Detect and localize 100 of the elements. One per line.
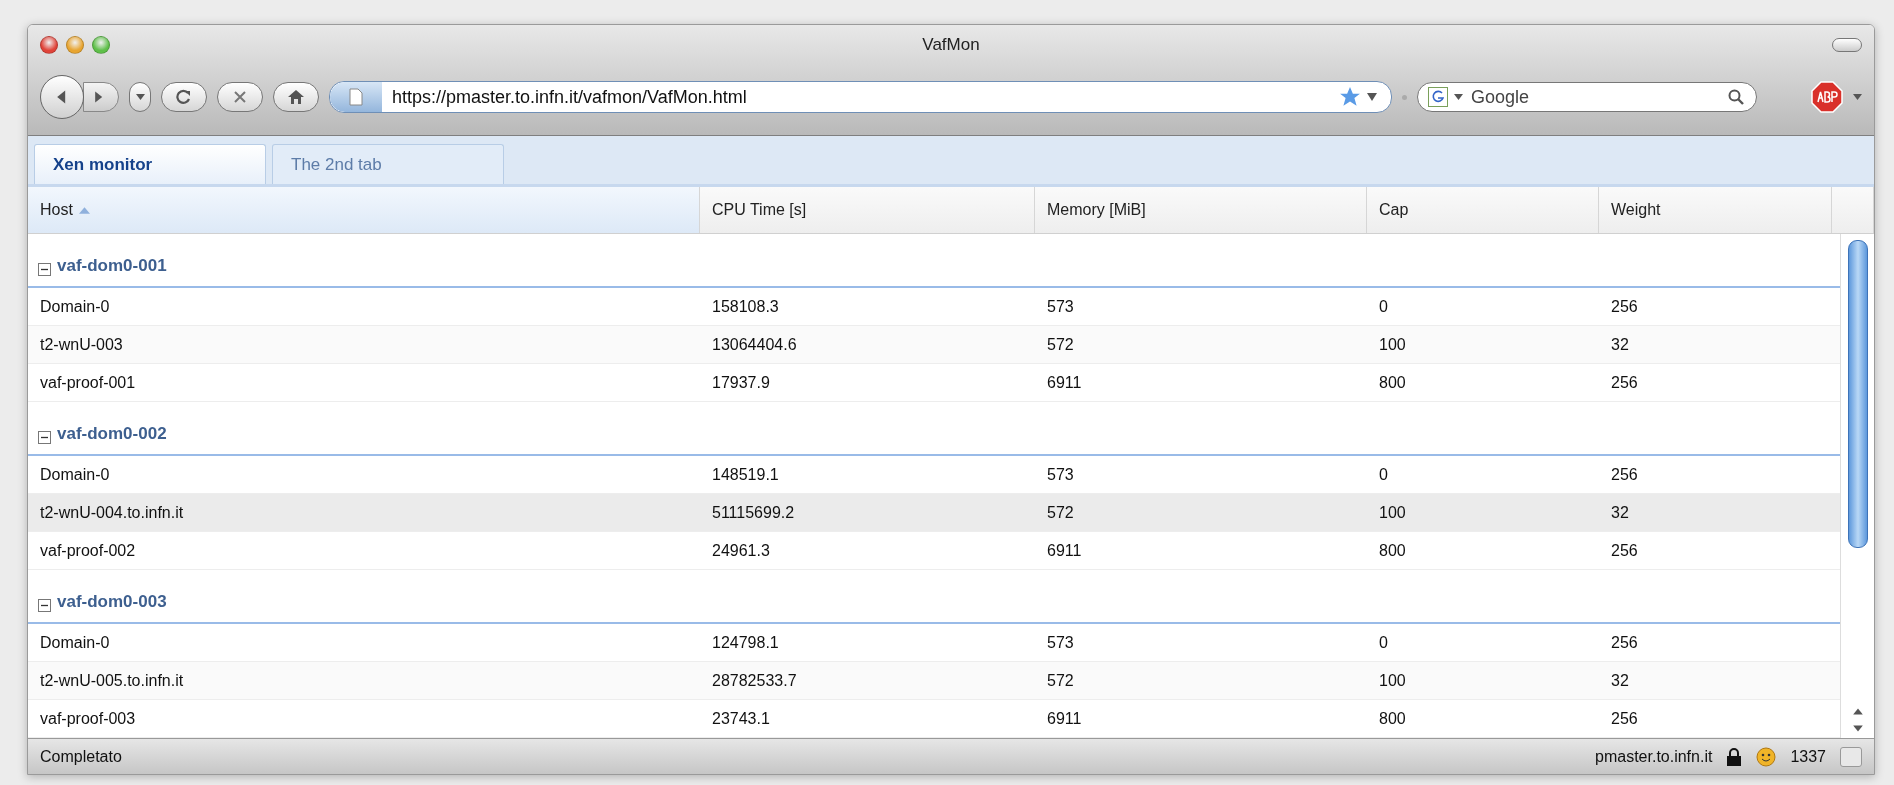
back-button[interactable] — [40, 75, 84, 119]
table-cell-text: 0 — [1378, 632, 1389, 653]
caret-icon[interactable] — [1367, 93, 1377, 101]
column-header[interactable]: Memory [MiB] — [1035, 187, 1367, 233]
history-button[interactable] — [129, 82, 151, 112]
caret-icon — [1454, 94, 1463, 100]
table-cell-text: Domain-0 — [39, 296, 111, 317]
table-cell-text: 572 — [1046, 334, 1075, 355]
table-row[interactable]: vaf-proof-001 17937.9 6911 800 256 — [28, 364, 1840, 402]
table-row[interactable]: vaf-proof-003 23743.1 6911 800 256 — [28, 700, 1840, 738]
table-cell-text: 6911 — [1046, 372, 1083, 393]
close-icon — [233, 90, 247, 104]
home-button[interactable] — [273, 82, 319, 112]
group-title: vaf-dom0-001 — [57, 256, 167, 276]
address-field[interactable]: https://pmaster.to.infn.it/vafmon/VafMon.html — [329, 81, 1392, 113]
separator-dot — [1402, 94, 1407, 100]
table-cell-text: 158108.3 — [711, 296, 780, 317]
table-row[interactable]: vaf-proof-002 24961.3 6911 800 256 — [28, 532, 1840, 570]
table-cell-text: 13064404.6 — [711, 334, 798, 355]
reload-button[interactable] — [161, 82, 207, 112]
group-title: vaf-dom0-003 — [57, 592, 167, 612]
table-cell-text: 51115699.2 — [711, 502, 796, 523]
table-cell-text: 0 — [1378, 464, 1389, 485]
search-input[interactable]: Google — [1469, 85, 1722, 109]
collapse-icon[interactable] — [38, 599, 51, 612]
table-cell-text: 800 — [1378, 372, 1407, 393]
smiley-icon[interactable] — [1756, 746, 1777, 767]
star-icon[interactable] — [1339, 86, 1361, 108]
status-host: pmaster.to.infn.it — [1595, 747, 1713, 766]
table-row[interactable]: t2-wnU-003 13064404.6 572 100 32 — [28, 326, 1840, 364]
table-cell-text: 100 — [1378, 334, 1407, 355]
search-field[interactable]: Google — [1417, 82, 1757, 112]
table-cell-text: 148519.1 — [711, 464, 780, 485]
table-cell-text: 0 — [1378, 296, 1389, 317]
table-row[interactable]: Domain-0 124798.1 573 0 256 — [28, 624, 1840, 662]
caret-icon — [1853, 94, 1862, 100]
table-cell-text: t2-wnU-005.to.infn.it — [39, 670, 185, 691]
table-row[interactable]: t2-wnU-004.to.infn.it 51115699.2 572 100 32 — [28, 494, 1840, 532]
table-cell-text: 256 — [1610, 296, 1639, 317]
table-cell-text: 32 — [1610, 334, 1630, 355]
table-row[interactable]: Domain-0 148519.1 573 0 256 — [28, 456, 1840, 494]
table-cell-text: 100 — [1378, 670, 1407, 691]
table-cell-text: vaf-proof-001 — [39, 372, 137, 393]
table-row[interactable]: t2-wnU-005.to.infn.it 28782533.7 572 100 32 — [28, 662, 1840, 700]
tab[interactable]: The 2nd tab — [272, 144, 504, 184]
tab[interactable]: Xen monitor — [34, 144, 266, 184]
url-text: https://pmaster.to.infn.it/vafmon/VafMon.html — [391, 86, 748, 108]
stop-button[interactable] — [217, 82, 263, 112]
table-cell-text: 256 — [1610, 708, 1639, 729]
table-cell-text: 573 — [1046, 464, 1075, 485]
table-cell-text: t2-wnU-004.to.infn.it — [39, 502, 185, 523]
table-cell-text: 256 — [1610, 632, 1639, 653]
table-cell-text: 24961.3 — [711, 540, 771, 561]
window-title: VafMon — [922, 35, 980, 55]
table-cell-text: 6911 — [1046, 540, 1083, 561]
group-title: vaf-dom0-002 — [57, 424, 167, 444]
sort-ascending-icon — [78, 206, 90, 214]
column-header[interactable]: Weight — [1599, 187, 1832, 233]
window-pill-button[interactable] — [1832, 38, 1862, 52]
table-cell-text: 32 — [1610, 502, 1630, 523]
table-cell-text: Domain-0 — [39, 464, 111, 485]
page-icon — [349, 88, 363, 106]
window-control[interactable] — [92, 36, 110, 54]
table-cell-text: 573 — [1046, 296, 1075, 317]
column-header[interactable]: Host — [28, 187, 700, 233]
table-cell-text: vaf-proof-003 — [39, 708, 137, 729]
table-cell-text: 800 — [1378, 540, 1407, 561]
table-cell-text: 124798.1 — [711, 632, 780, 653]
stop-sign-icon[interactable] — [1811, 81, 1843, 113]
table-cell-text: 572 — [1046, 670, 1075, 691]
table-cell-text: 572 — [1046, 502, 1075, 523]
table-cell-text: 100 — [1378, 502, 1407, 523]
table-cell-text: 23743.1 — [711, 708, 771, 729]
caret-icon — [135, 94, 145, 100]
search-icon[interactable] — [1728, 89, 1744, 105]
column-header[interactable]: CPU Time [s] — [700, 187, 1035, 233]
table-cell-text: 6911 — [1046, 708, 1083, 729]
status-count: 1337 — [1790, 747, 1826, 766]
forward-button[interactable] — [83, 82, 119, 112]
column-header[interactable]: Cap — [1367, 187, 1599, 233]
table-cell-text: 256 — [1610, 372, 1639, 393]
search-engine-icon[interactable] — [1428, 87, 1448, 107]
table-cell-text: 28782533.7 — [711, 670, 798, 691]
table-cell-text: 800 — [1378, 708, 1407, 729]
table-cell-text: Domain-0 — [39, 632, 111, 653]
reload-icon — [176, 89, 192, 105]
table-cell-text: vaf-proof-002 — [39, 540, 137, 561]
status-text: Completato — [40, 747, 122, 766]
home-icon — [288, 90, 304, 104]
collapse-icon[interactable] — [38, 431, 51, 444]
table-cell-text: 256 — [1610, 464, 1639, 485]
table-cell-text: 32 — [1610, 670, 1630, 691]
table-cell-text: t2-wnU-003 — [39, 334, 124, 355]
table-row[interactable]: Domain-0 158108.3 573 0 256 — [28, 288, 1840, 326]
scrollbar-thumb[interactable] — [1847, 240, 1868, 549]
collapse-icon[interactable] — [38, 263, 51, 276]
table-cell-text: 17937.9 — [711, 372, 771, 393]
window-control[interactable] — [40, 36, 58, 54]
lock-icon — [1726, 747, 1743, 766]
table-cell-text: 256 — [1610, 540, 1639, 561]
